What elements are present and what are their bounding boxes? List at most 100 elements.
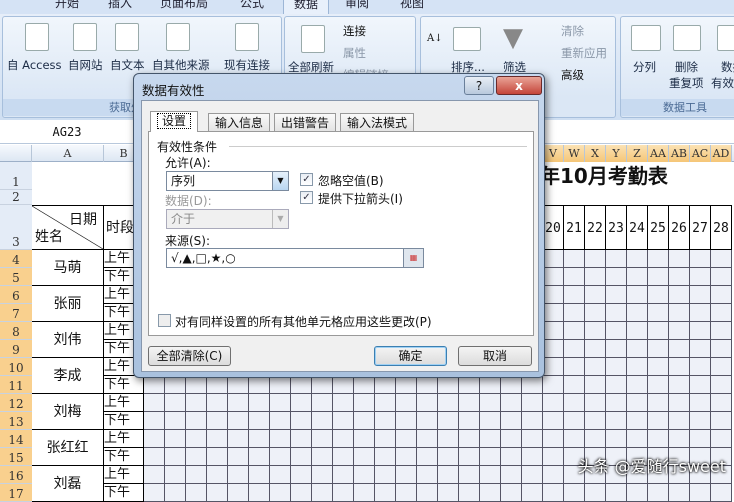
attendance-cell[interactable] xyxy=(627,412,648,430)
attendance-cell[interactable] xyxy=(144,448,165,466)
attendance-cell[interactable] xyxy=(270,376,291,394)
attendance-cell[interactable] xyxy=(207,430,228,448)
data-validation-button[interactable]: 数据 xyxy=(721,59,734,75)
attendance-cell[interactable] xyxy=(648,394,669,412)
attendance-cell[interactable] xyxy=(144,484,165,502)
attendance-cell[interactable] xyxy=(711,286,732,304)
attendance-cell[interactable] xyxy=(543,448,564,466)
apply-all-checkbox[interactable] xyxy=(158,314,171,327)
attendance-cell[interactable] xyxy=(333,394,354,412)
attendance-cell[interactable] xyxy=(165,376,186,394)
attendance-cell[interactable] xyxy=(480,466,501,484)
advanced-button[interactable]: 高级 xyxy=(561,67,584,83)
attendance-cell[interactable] xyxy=(690,286,711,304)
attendance-cell[interactable] xyxy=(228,412,249,430)
attendance-cell[interactable] xyxy=(711,304,732,322)
tab-insert[interactable]: 插入 xyxy=(108,0,132,11)
attendance-cell[interactable] xyxy=(564,286,585,304)
attendance-cell[interactable] xyxy=(690,394,711,412)
attendance-cell[interactable] xyxy=(627,430,648,448)
attendance-cell[interactable] xyxy=(207,484,228,502)
attendance-cell[interactable] xyxy=(522,466,543,484)
attendance-cell[interactable] xyxy=(690,430,711,448)
attendance-cell[interactable] xyxy=(669,358,690,376)
attendance-cell[interactable] xyxy=(711,322,732,340)
attendance-cell[interactable] xyxy=(627,268,648,286)
attendance-cell[interactable] xyxy=(207,448,228,466)
attendance-cell[interactable] xyxy=(501,394,522,412)
attendance-cell[interactable] xyxy=(249,466,270,484)
attendance-cell[interactable] xyxy=(417,412,438,430)
attendance-cell[interactable] xyxy=(543,322,564,340)
attendance-cell[interactable] xyxy=(564,430,585,448)
attendance-cell[interactable] xyxy=(186,376,207,394)
attendance-cell[interactable] xyxy=(396,412,417,430)
attendance-cell[interactable] xyxy=(669,286,690,304)
attendance-cell[interactable] xyxy=(585,484,606,502)
attendance-cell[interactable] xyxy=(606,304,627,322)
attendance-cell[interactable] xyxy=(585,340,606,358)
row-header[interactable]: 8 xyxy=(0,322,32,340)
attendance-cell[interactable] xyxy=(669,394,690,412)
attendance-cell[interactable] xyxy=(648,268,669,286)
attendance-cell[interactable] xyxy=(375,412,396,430)
attendance-cell[interactable] xyxy=(564,484,585,502)
attendance-cell[interactable] xyxy=(186,484,207,502)
text-to-columns-button[interactable]: 分列 xyxy=(633,59,656,75)
attendance-cell[interactable] xyxy=(312,484,333,502)
attendance-cell[interactable] xyxy=(312,394,333,412)
attendance-cell[interactable] xyxy=(711,250,732,268)
select-all-corner[interactable] xyxy=(0,145,32,162)
attendance-cell[interactable] xyxy=(543,484,564,502)
attendance-cell[interactable] xyxy=(165,430,186,448)
attendance-cell[interactable] xyxy=(270,484,291,502)
attendance-cell[interactable] xyxy=(396,484,417,502)
attendance-cell[interactable] xyxy=(627,304,648,322)
attendance-cell[interactable] xyxy=(480,412,501,430)
attendance-cell[interactable] xyxy=(165,394,186,412)
attendance-cell[interactable] xyxy=(648,376,669,394)
attendance-cell[interactable] xyxy=(417,394,438,412)
dropdown-checkbox[interactable]: ✓ xyxy=(300,191,313,204)
attendance-cell[interactable] xyxy=(333,448,354,466)
attendance-cell[interactable] xyxy=(522,394,543,412)
attendance-cell[interactable] xyxy=(375,394,396,412)
row-header[interactable]: 3 xyxy=(0,205,32,250)
column-header[interactable]: A xyxy=(32,145,104,162)
attendance-cell[interactable] xyxy=(711,430,732,448)
attendance-cell[interactable] xyxy=(648,322,669,340)
ok-button[interactable]: 确定 xyxy=(374,346,447,366)
attendance-cell[interactable] xyxy=(144,394,165,412)
attendance-cell[interactable] xyxy=(648,358,669,376)
attendance-cell[interactable] xyxy=(606,358,627,376)
attendance-cell[interactable] xyxy=(690,412,711,430)
attendance-cell[interactable] xyxy=(249,376,270,394)
column-header[interactable]: Y xyxy=(606,145,627,162)
range-select-icon[interactable]: ▦ xyxy=(403,249,423,267)
attendance-cell[interactable] xyxy=(543,412,564,430)
tab-error-alert[interactable]: 出错警告 xyxy=(274,113,337,132)
attendance-cell[interactable] xyxy=(648,286,669,304)
attendance-cell[interactable] xyxy=(543,466,564,484)
attendance-cell[interactable] xyxy=(186,394,207,412)
attendance-cell[interactable] xyxy=(249,430,270,448)
tab-settings[interactable]: 设置 xyxy=(150,111,199,132)
from-access-button[interactable]: 自 Access xyxy=(7,57,62,73)
attendance-cell[interactable] xyxy=(312,412,333,430)
tab-review[interactable]: 审阅 xyxy=(345,0,369,11)
attendance-cell[interactable] xyxy=(459,448,480,466)
attendance-cell[interactable] xyxy=(228,484,249,502)
row-header[interactable]: 1 xyxy=(0,162,32,190)
attendance-cell[interactable] xyxy=(333,484,354,502)
attendance-cell[interactable] xyxy=(270,430,291,448)
attendance-cell[interactable] xyxy=(564,394,585,412)
attendance-cell[interactable] xyxy=(501,448,522,466)
attendance-cell[interactable] xyxy=(144,466,165,484)
attendance-cell[interactable] xyxy=(312,376,333,394)
attendance-cell[interactable] xyxy=(627,250,648,268)
attendance-cell[interactable] xyxy=(291,376,312,394)
attendance-cell[interactable] xyxy=(543,394,564,412)
tab-ime-mode[interactable]: 输入法模式 xyxy=(340,113,415,132)
attendance-cell[interactable] xyxy=(690,268,711,286)
tab-data[interactable]: 数据 xyxy=(283,0,330,14)
